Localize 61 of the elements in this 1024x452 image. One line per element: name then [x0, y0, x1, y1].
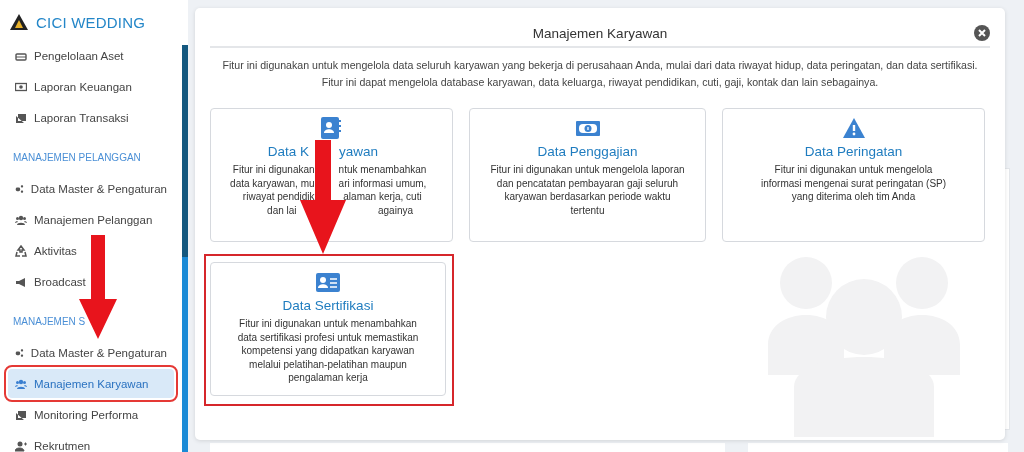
sidebar-item[interactable]: Pengelolaan Aset [8, 41, 174, 70]
card-description-text: pengalaman kerja [288, 371, 368, 385]
menu-item-icon [15, 275, 27, 288]
section-heading: MANAJEMEN S [12, 315, 87, 329]
sidebar-item[interactable]: Rekrutmen [8, 431, 174, 452]
sidebar-item[interactable]: Laporan Transaksi [8, 103, 174, 132]
id-card-icon [316, 271, 340, 293]
card-title: Data Sertifikasi [282, 298, 374, 314]
scrollbar-thumb[interactable] [182, 45, 188, 257]
menu-item-icon [15, 244, 27, 257]
feature-card[interactable]: Data Penggajian Fitur ini digunakan untuk mengelola laporan dan pencatatan pembayaran gaji seluruh karyawan berdasarkan periode waktu tertentu [469, 108, 706, 242]
card-description-text: alaman kerja, cuti [342, 190, 423, 204]
card-description-text: kompetensi yang didapatkan karyawan [241, 344, 415, 358]
card-description-text: dan pencatatan pembayaran gaji seluruh [496, 176, 679, 191]
card-description-text: Fitur ini digunakan untuk menambahkan [239, 317, 417, 331]
sidebar-item[interactable]: Manajemen Pelanggan [8, 205, 174, 234]
scrollbar[interactable] [182, 45, 188, 452]
feature-card[interactable]: Data Peringatan Fitur ini digunakan untuk mengelola informasi mengenai surat peringatan (SP) yang diterima oleh tim Anda [722, 108, 985, 242]
card-description-text: riwayat pendidik [242, 190, 315, 204]
sidebar-item[interactable]: Data Master & Pengaturan [8, 174, 174, 203]
card-description-text: data sertifikasi profesi untuk memastikan [237, 330, 419, 345]
section-heading: MANAJEMEN PELANGGAN [12, 151, 142, 165]
modal-title: Manajemen Karyawan [532, 24, 668, 41]
menu-item-icon [15, 439, 27, 452]
card-description-text: ntuk menambahkan [338, 163, 427, 177]
close-icon[interactable] [974, 25, 990, 41]
card-description-text: informasi mengenai surat peringatan (SP) [760, 176, 947, 191]
menu-item-icon [15, 408, 27, 421]
card-description-text: ari informasi umum, [338, 176, 427, 191]
menu-item-icon [15, 346, 24, 359]
address-book-icon [319, 117, 344, 139]
menu-item-icon [15, 111, 27, 124]
card-description-text: yang diterima oleh tim Anda [791, 190, 916, 204]
menu-item-icon [15, 182, 24, 195]
modal-description: Fitur ini digunakan untuk mengelola data seluruh karyawan yang bekerja di perusahaan Anda, mulai dari data riwayat hidup, data peringatan, dan data sertifikasi. Fitur ini dapat mengelola database karyawan, data keluarga, riwayat pendidikan, cuti, gaji, kontak dan lain sebagainya. [221, 58, 979, 90]
sidebar-item[interactable]: Data Master & Pengaturan [8, 338, 174, 367]
sidebar-item[interactable]: Aktivitas [8, 236, 174, 265]
menu-item-icon [15, 80, 27, 93]
card-description-text: dan lai [267, 203, 297, 218]
card-title: yawan [339, 144, 379, 160]
card-description-text: Fitur ini digunakan [232, 163, 315, 177]
card-description-text: Fitur ini digunakan untuk mengelola laporan [490, 163, 685, 177]
sidebar-item[interactable]: Monitoring Performa [8, 400, 174, 429]
menu-item-icon [15, 377, 27, 390]
card-description-text: melalui pelatihan-pelatihan maupun [249, 357, 407, 372]
sidebar-item[interactable]: Broadcast [8, 267, 174, 296]
card-title: Data Peringatan [804, 144, 903, 160]
logo-icon [10, 14, 28, 30]
card-description-text: tertentu [570, 203, 605, 218]
card-title: Data Penggajian [537, 144, 638, 160]
feature-card[interactable]: Data Sertifikasi Fitur ini digunakan untuk menambahkan data sertifikasi profesi untuk memastikan kompetensi yang didapatkan karyawan melalui pelatihan-pelatihan maupun pengalaman kerja [210, 262, 446, 396]
card-description-text: karyawan berdasarkan periode waktu [504, 190, 671, 204]
card-description-text: againya [377, 203, 414, 218]
brand-name: CICI WEDDING [36, 13, 146, 31]
card-description-text: Fitur ini digunakan untuk mengelola [774, 163, 933, 177]
feature-card[interactable]: Data K yawan Fitur ini digunakan ntuk menambahkan data karyawan, mu ari informasi umum, riwayat pendidik alaman kerja, cuti dan lai againya [210, 108, 453, 242]
menu-item-icon [15, 213, 27, 226]
warning-icon [841, 117, 866, 139]
card-title: Data K [267, 144, 309, 160]
sidebar-item[interactable]: Laporan Keuangan [8, 72, 174, 101]
card-description-text: data karyawan, mu [230, 176, 315, 191]
